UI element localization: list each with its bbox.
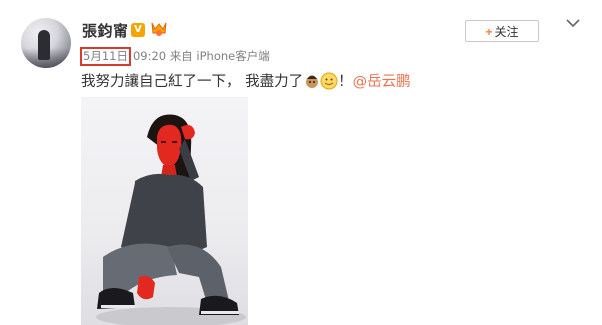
verified-v-icon: V	[131, 23, 145, 37]
post-image[interactable]	[81, 97, 248, 325]
avatar[interactable]	[21, 18, 71, 68]
plus-icon: +	[485, 25, 493, 39]
post-meta: 5月11日 09:20 来自 iPhone客户端	[80, 47, 270, 66]
post-text-suffix: ！	[338, 74, 353, 90]
follow-label: 关注	[494, 25, 519, 39]
photo-illustration	[96, 114, 246, 325]
gold-medal-icon[interactable]	[150, 21, 168, 37]
mention-link[interactable]: @岳云鹏	[353, 74, 411, 90]
emoji-sweat-icon	[320, 72, 338, 90]
emoji-face-icon	[306, 75, 319, 88]
avatar-figure	[38, 30, 50, 60]
post-content: 我努力讓自己紅了一下， 我盡力了 ！@岳云鹏	[81, 70, 411, 91]
post-date[interactable]: 5月11日	[80, 47, 131, 66]
post-time-source[interactable]: 09:20 来自 iPhone客户端	[133, 49, 270, 63]
post-text: 我努力讓自己紅了一下， 我盡力了	[81, 74, 304, 90]
follow-button[interactable]: + 关注	[465, 20, 539, 42]
chevron-down-icon[interactable]	[566, 18, 580, 28]
username[interactable]: 張鈞甯	[82, 20, 129, 41]
